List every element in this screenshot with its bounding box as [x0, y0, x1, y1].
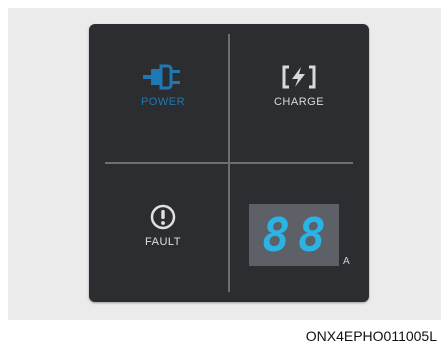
current-display: 8 8 A: [249, 204, 350, 267]
fault-indicator: FAULT: [103, 204, 223, 248]
exclamation-circle-icon: [150, 204, 176, 230]
horizontal-divider: [105, 162, 353, 164]
ampere-unit-label: A: [343, 256, 350, 267]
charge-indicator: CHARGE: [239, 64, 359, 108]
seven-segment-display: 8 8: [249, 204, 339, 266]
lightning-bolt-icon: [282, 65, 316, 89]
charge-label: CHARGE: [273, 96, 325, 108]
power-indicator: POWER: [103, 64, 223, 108]
display-digit-2: 8: [298, 208, 326, 262]
power-label: POWER: [140, 96, 186, 108]
charger-indicator-panel: POWER CHARGE FAULT 8 8 A: [89, 24, 369, 302]
plug-icon: [143, 64, 180, 90]
display-digit-1: 8: [262, 208, 290, 262]
fault-label: FAULT: [145, 236, 181, 248]
image-code: ONX4EPHO011005L: [305, 328, 437, 344]
